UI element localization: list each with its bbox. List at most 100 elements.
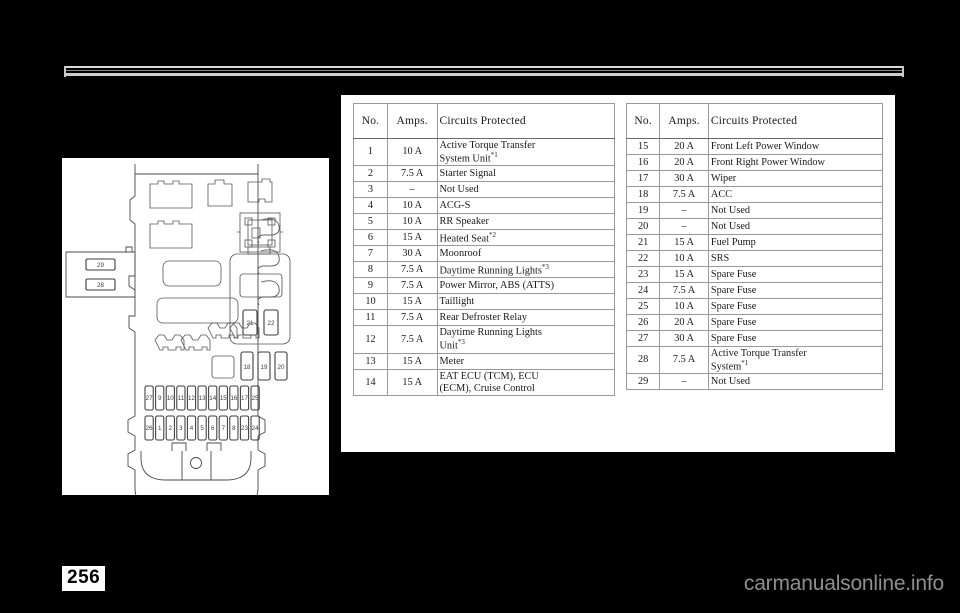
table-row: 9 7.5 A Power Mirror, ABS (ATTS) (353, 277, 615, 295)
cell-circuit: Moonroof (436, 245, 615, 263)
table-header-row: No. Amps. Circuits Protected (353, 103, 615, 139)
cell-circuit: Daytime Running Lights Unit*3 (436, 325, 615, 354)
fuse-table-right-wrap: No. Amps. Circuits Protected 15 20 A Front… (625, 103, 884, 391)
cell-fuse-number: 10 (353, 293, 388, 311)
cell-amps: 15 A (386, 229, 438, 247)
cell-fuse-number: 17 (625, 170, 661, 187)
table-row: 1 10 A Active Torque Transfer System Unit*1 (353, 137, 615, 167)
bus-bars (156, 260, 239, 324)
cell-circuit: Power Mirror, ABS (ATTS) (436, 277, 615, 295)
fuse-label-27: 27 (146, 395, 153, 402)
fuse-label-11: 11 (178, 395, 185, 402)
cell-fuse-number: 6 (353, 229, 388, 247)
cell-fuse-number: 14 (353, 368, 388, 397)
col-header-no: No. (353, 103, 388, 139)
cell-circuit: Wiper (707, 170, 884, 187)
fuse-tables-panel: No. Amps. Circuits Protected 1 10 A Active… (341, 95, 895, 452)
cell-fuse-number: 16 (625, 154, 661, 171)
fuse-label-26: 26 (146, 425, 153, 432)
table-row: 20– Not Used (625, 218, 884, 235)
fuse-label-7: 7 (222, 425, 226, 432)
header-rule (64, 66, 904, 77)
cell-circuit: Not Used (707, 202, 884, 219)
fuse-label-13: 13 (199, 395, 206, 402)
cell-fuse-number: 4 (353, 197, 388, 215)
cell-fuse-number: 21 (625, 234, 661, 251)
cell-circuit: Front Left Power Window (707, 138, 884, 155)
col-header-circuits: Circuits Protected (436, 103, 615, 139)
cell-fuse-number: 8 (353, 261, 388, 279)
cell-circuit: Starter Signal (436, 165, 615, 183)
cell-circuit: Active Torque Transfer System*1 (707, 345, 884, 375)
fuse-label-8: 8 (232, 425, 236, 432)
cell-fuse-number: 5 (353, 213, 388, 231)
table-row: 23 15 A Spare Fuse (625, 266, 884, 283)
fuse-label-6: 6 (211, 425, 215, 432)
footnote-marker: *3 (457, 338, 465, 347)
fuse-box-illustration-panel: 29 28 21 22 18 19 20 27 9 10 11 12 13 14… (62, 158, 329, 495)
fuse-table-left-body: 1 10 A Active Torque Transfer System Unit*1… (353, 137, 615, 397)
cell-circuit: Spare Fuse (707, 298, 884, 315)
fuse-label-22: 22 (268, 320, 275, 327)
cell-amps: 15 A (659, 266, 709, 283)
cell-amps: 7.5 A (386, 261, 438, 279)
table-header-row: No. Amps. Circuits Protected (625, 103, 884, 139)
cell-amps: 10 A (386, 137, 438, 167)
cell-fuse-number: 18 (625, 186, 661, 203)
table-row: 10 15 A Taillight (353, 293, 615, 311)
cell-amps: 7.5 A (386, 325, 438, 354)
cell-fuse-number: 12 (353, 325, 388, 354)
cell-circuit: Heated Seat*2 (436, 229, 615, 247)
cell-fuse-number: 26 (625, 314, 661, 331)
cell-amps: 7.5 A (659, 345, 709, 375)
cell-amps: 10 A (659, 250, 709, 267)
table-row: 22 10 A SRS (625, 250, 884, 267)
boxed-relay (237, 212, 283, 253)
fuse-label-25: 25 (252, 395, 259, 402)
cell-fuse-number: 27 (625, 330, 661, 347)
cell-circuit: Fuel Pump (707, 234, 884, 251)
cell-fuse-number: 11 (353, 309, 388, 327)
cell-amps: 20 A (659, 314, 709, 331)
fuse-label-17: 17 (241, 395, 248, 402)
cell-circuit: RR Speaker (436, 213, 615, 231)
cell-amps: 20 A (659, 154, 709, 171)
table-row: 15 20 A Front Left Power Window (625, 138, 884, 155)
fuse-label-15: 15 (220, 395, 227, 402)
cell-amps: – (659, 373, 709, 391)
cell-fuse-number: 13 (353, 352, 388, 370)
cell-fuse-number: 23 (625, 266, 661, 283)
fuse-table-left: No. Amps. Circuits Protected 1 10 A Active… (353, 103, 615, 397)
cell-fuse-number: 28 (625, 345, 661, 375)
cell-amps: 7.5 A (386, 277, 438, 295)
cell-amps: 30 A (386, 245, 438, 263)
col-header-amps: Amps. (659, 103, 709, 139)
fuse-label-1: 1 (158, 425, 162, 432)
table-row: 24 7.5 A Spare Fuse (625, 282, 884, 299)
cell-circuit: SRS (707, 250, 884, 267)
fuse-label-14: 14 (209, 395, 216, 402)
cell-amps: – (659, 202, 709, 219)
cell-fuse-number: 9 (353, 277, 388, 295)
footnote-marker: *1 (741, 358, 749, 367)
cell-circuit: Taillight (436, 293, 615, 311)
page-number: 256 (62, 566, 106, 591)
cell-amps: 7.5 A (659, 282, 709, 299)
wire-hooks (257, 218, 280, 306)
col-header-amps: Amps. (386, 103, 438, 139)
site-watermark: carmanualsonline.info (743, 572, 944, 595)
fuse-label-20: 20 (278, 364, 285, 371)
side-fuse-label-29: 29 (97, 262, 104, 269)
cell-fuse-number: 15 (625, 138, 661, 155)
table-row: 8 7.5 A Daytime Running Lights*3 (353, 261, 615, 279)
cell-amps: 30 A (659, 330, 709, 347)
fuse-label-2: 2 (169, 425, 173, 432)
cell-fuse-number: 7 (353, 245, 388, 263)
fuse-grid: 27 9 10 11 12 13 14 15 16 17 2526 1 2 3 4 5 6 7 8 23 24 (144, 385, 260, 441)
cell-circuit: Not Used (707, 218, 884, 235)
cell-amps: 7.5 A (386, 165, 438, 183)
cell-fuse-number: 3 (353, 181, 388, 199)
cell-circuit: ACC (707, 186, 884, 203)
col-header-circuits: Circuits Protected (707, 103, 884, 139)
cell-amps: – (659, 218, 709, 235)
